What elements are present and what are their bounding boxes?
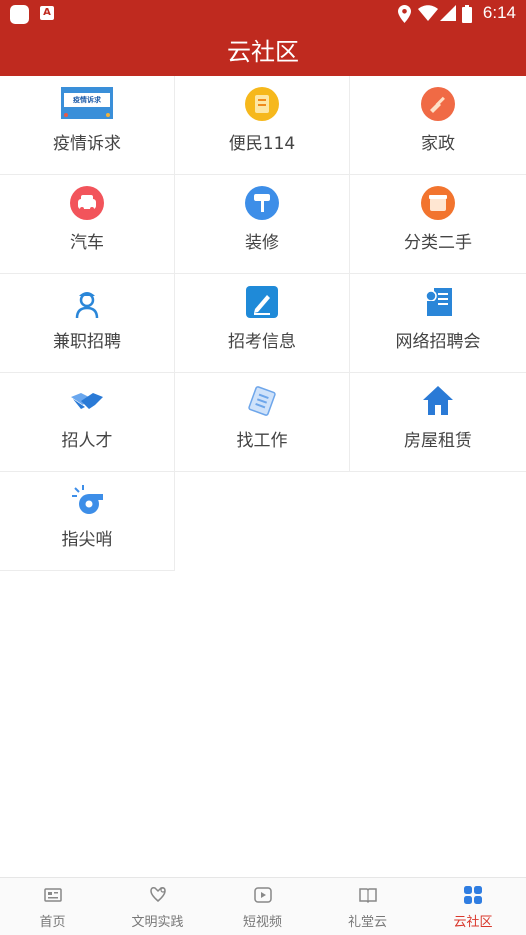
page-title: 云社区 [227, 38, 299, 66]
whistle-icon [72, 485, 103, 514]
service-label: 兼职招聘 [53, 332, 121, 352]
service-hire-talent[interactable]: 招人才 [0, 373, 175, 472]
news-home-icon [43, 888, 62, 902]
paint-roller-icon [245, 186, 279, 220]
tab-label: 礼堂云 [347, 915, 387, 930]
convenience-114-icon [245, 87, 279, 121]
service-label: 招人才 [61, 431, 113, 451]
bottom-tab-bar: 首页 文明实践 短视频 礼堂云 云社区 [0, 877, 526, 935]
tab-civilization-practice[interactable]: 文明实践 [105, 878, 210, 935]
service-housekeeping[interactable]: 家政 [350, 76, 526, 175]
battery-icon [462, 5, 472, 23]
service-decoration[interactable]: 装修 [175, 175, 350, 274]
tab-label: 文明实践 [131, 915, 184, 930]
service-online-job-fair[interactable]: 网络招聘会 [350, 274, 526, 373]
service-convenience-114[interactable]: 便民114 [175, 76, 350, 175]
service-label: 找工作 [236, 431, 288, 451]
service-find-job[interactable]: 找工作 [175, 373, 350, 472]
tab-cloud-community[interactable]: 云社区 [420, 878, 526, 935]
service-exam-info[interactable]: 招考信息 [175, 274, 350, 373]
online-job-fair-icon [425, 288, 452, 316]
service-label: 招考信息 [228, 332, 296, 352]
service-label: 便民114 [228, 134, 296, 154]
service-label: 汽车 [70, 233, 104, 253]
tab-auditorium-cloud[interactable]: 礼堂云 [315, 878, 420, 935]
tab-label: 短视频 [242, 915, 282, 930]
signal-icon [440, 5, 456, 21]
service-secondhand[interactable]: 分类二手 [350, 175, 526, 274]
service-part-time-jobs[interactable]: 兼职招聘 [0, 274, 175, 373]
service-house-rental[interactable]: 房屋租赁 [350, 373, 526, 472]
tab-label: 首页 [39, 915, 66, 930]
location-icon [398, 5, 411, 23]
service-car[interactable]: 汽车 [0, 175, 175, 274]
tab-short-video[interactable]: 短视频 [210, 878, 315, 935]
status-bar: A 6:14 [0, 0, 526, 28]
service-label: 装修 [245, 233, 279, 253]
document-pen-icon [248, 386, 276, 416]
tab-label: 云社区 [453, 915, 493, 930]
service-label: 房屋租赁 [404, 431, 472, 451]
grid-four-icon [464, 886, 482, 904]
service-epidemic-appeal[interactable]: 疫情诉求 疫情诉求 [0, 76, 175, 175]
service-label: 网络招聘会 [395, 332, 481, 352]
car-icon [70, 186, 104, 220]
play-video-icon [253, 887, 272, 903]
service-label: 疫情诉求 [53, 134, 121, 154]
secondhand-box-icon [421, 186, 455, 220]
book-icon [358, 888, 377, 904]
status-time: 6:14 [482, 3, 516, 22]
service-label: 家政 [421, 134, 455, 154]
font-notification-icon: A [40, 6, 54, 20]
service-label: 指尖哨 [61, 530, 113, 550]
handshake-icon [71, 393, 103, 409]
heart-hands-icon [149, 887, 166, 902]
app-notification-icon [10, 5, 29, 24]
tab-home[interactable]: 首页 [0, 878, 105, 935]
service-label: 分类二手 [404, 233, 472, 253]
broom-housekeeping-icon [421, 87, 455, 121]
wifi-icon [418, 5, 438, 21]
banner-text: 疫情诉求 [73, 96, 101, 104]
exam-edit-icon [246, 286, 278, 318]
service-fingertip-whistle[interactable]: 指尖哨 [0, 472, 175, 571]
top-app-bar: A 6:14 云社区 [0, 0, 526, 76]
house-icon [423, 386, 453, 415]
worker-icon [75, 292, 99, 319]
